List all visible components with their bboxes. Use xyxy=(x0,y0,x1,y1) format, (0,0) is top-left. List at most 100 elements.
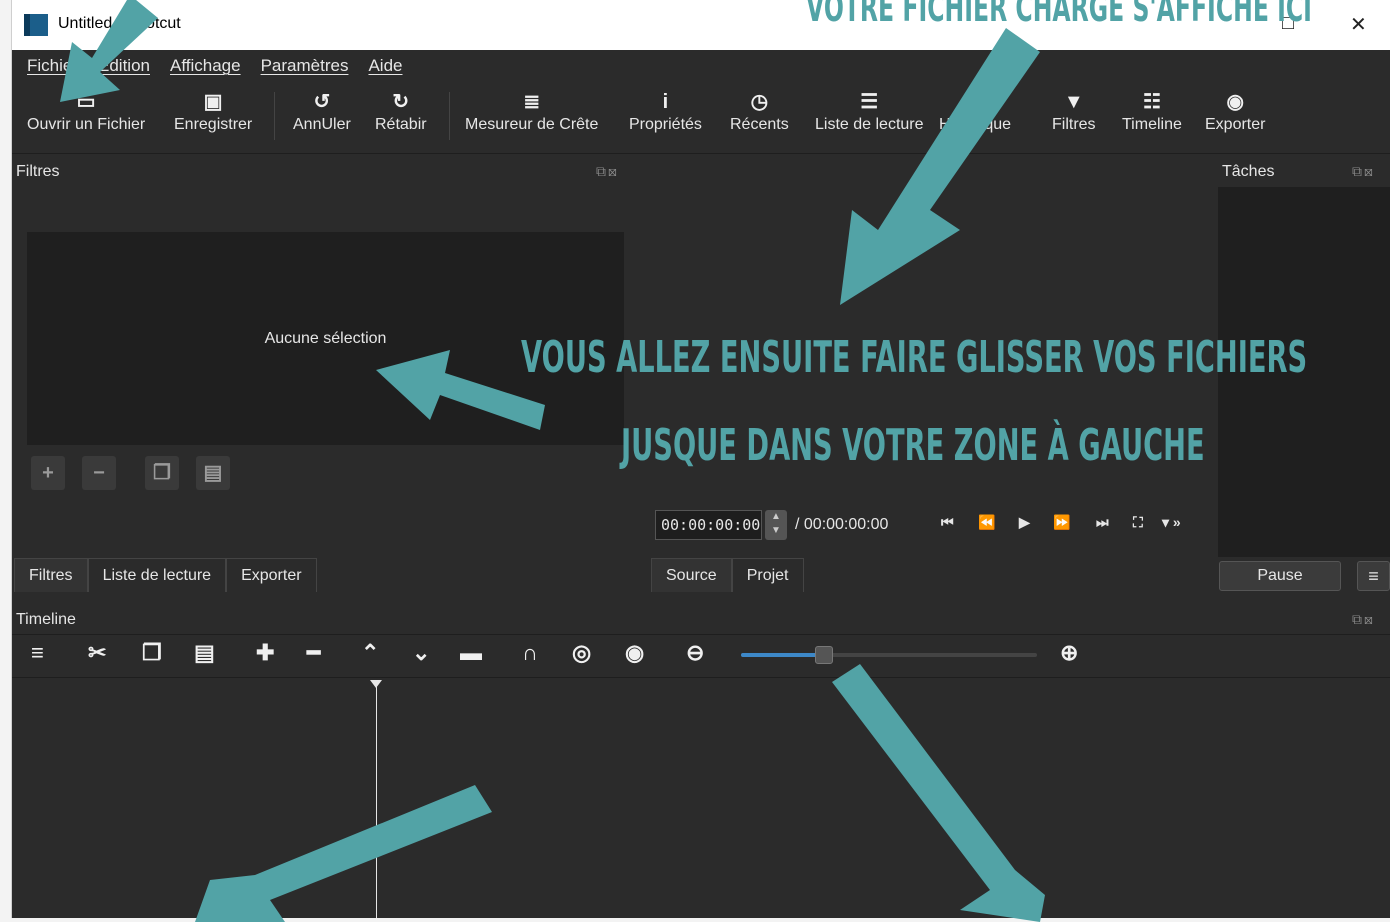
timeline-menu-icon[interactable]: ≡ xyxy=(31,640,44,666)
overwrite-icon[interactable]: ⌄ xyxy=(412,640,430,666)
recent-button[interactable]: ◷ Récents xyxy=(730,88,789,134)
save-button[interactable]: ▣ Enregistrer xyxy=(174,88,252,134)
menu-aide[interactable]: Aide xyxy=(368,56,402,76)
skip-start-icon[interactable]: ⏮ xyxy=(941,514,954,531)
menu-edition[interactable]: Édition xyxy=(98,56,150,76)
filter-icon: ▼ xyxy=(1063,91,1084,113)
info-icon: i xyxy=(662,91,669,113)
zoom-slider-handle[interactable] xyxy=(815,646,833,664)
annotation-top: VOTRE FICHIER CHARGÉ S'AFFICHE ICI xyxy=(806,0,1312,30)
page-border-bottom xyxy=(0,918,1390,922)
menu-bar: Fichier Édition Affichage Paramètres Aid… xyxy=(12,50,1390,82)
left-dock-tabs: Filtres Liste de lecture Exporter xyxy=(14,558,317,592)
redo-label: Rétabir xyxy=(375,116,427,133)
playlist-button[interactable]: ☰ Liste de lecture xyxy=(815,88,924,134)
history-label: Historique xyxy=(939,116,1012,133)
properties-label: Propriétés xyxy=(629,116,702,133)
zoom-in-icon[interactable]: ⊕ xyxy=(1060,640,1078,666)
remove-filter-button[interactable]: − xyxy=(82,456,116,490)
copy-icon[interactable]: ❐ xyxy=(142,640,162,666)
save-label: Enregistrer xyxy=(174,116,253,133)
split-icon[interactable]: ▬ xyxy=(460,640,482,666)
timeline-header xyxy=(12,605,1390,635)
fast-forward-icon[interactable]: ⏩ xyxy=(1053,514,1070,531)
rewind-icon[interactable]: ⏪ xyxy=(978,514,995,531)
lift-icon[interactable]: ⌃ xyxy=(361,640,379,666)
timeline-icon: ☷ xyxy=(1142,91,1161,113)
properties-button[interactable]: i Propriétés xyxy=(629,88,702,134)
close-icon[interactable]: ✕ xyxy=(1350,12,1367,37)
timecode-spinner[interactable]: ▲ ▼ xyxy=(765,510,787,540)
export-icon: ◉ xyxy=(1226,91,1244,113)
tab-project[interactable]: Projet xyxy=(731,558,804,592)
duration-text: / 00:00:00:00 xyxy=(795,516,889,533)
player-tabs: Source Projet xyxy=(651,558,804,592)
annotation-line2: JUSQUE DANS VOTRE ZONE À GAUCHE xyxy=(621,420,1205,471)
export-label: Exporter xyxy=(1205,116,1266,133)
peak-meter-icon: ≣ xyxy=(523,91,541,113)
toolbar-separator xyxy=(274,92,275,140)
append-icon[interactable]: ✚ xyxy=(256,640,274,666)
export-button[interactable]: ◉ Exporter xyxy=(1205,88,1265,134)
scrub-eye-icon[interactable]: ◎ xyxy=(572,640,591,666)
open-file-label: Ouvrir un Fichier xyxy=(27,116,146,133)
redo-button[interactable]: ↻ Rétabir xyxy=(375,88,427,134)
zoom-out-icon[interactable]: ⊖ xyxy=(686,640,704,666)
save-icon: ▣ xyxy=(203,91,223,113)
menu-affichage[interactable]: Affichage xyxy=(170,56,241,76)
main-toolbar: ▭ Ouvrir un Fichier ▣ Enregistrer ↺ AnnU… xyxy=(12,82,1390,154)
copy-filter-button[interactable]: ❐ xyxy=(145,456,179,490)
paste-icon[interactable]: ▤ xyxy=(194,640,215,666)
filters-button[interactable]: ▼ Filtres xyxy=(1052,88,1096,134)
tasks-menu-icon[interactable]: ≡ xyxy=(1357,561,1390,591)
playlist-label: Liste de lecture xyxy=(815,116,924,133)
undo-button[interactable]: ↺ AnnUler xyxy=(293,88,351,134)
paste-filter-button[interactable]: ▤ xyxy=(196,456,230,490)
history-button[interactable]: ⁝ Historique xyxy=(939,88,1011,134)
tasks-panel-title: Tâches xyxy=(1222,163,1275,180)
toolbar-separator xyxy=(449,92,450,140)
ripple-icon[interactable]: ◉ xyxy=(625,640,644,666)
shotcut-app-icon xyxy=(24,14,48,36)
play-icon[interactable]: ▶ xyxy=(1019,514,1030,531)
filters-label: Filtres xyxy=(1052,116,1096,133)
menu-fichier[interactable]: Fichier xyxy=(27,56,78,76)
add-filter-button[interactable]: + xyxy=(31,456,65,490)
dock-float-close-icon[interactable]: ⧉⊠ xyxy=(596,163,619,180)
page-border-left xyxy=(0,0,12,922)
clock-icon: ◷ xyxy=(750,91,769,113)
tasks-dock-icons[interactable]: ⧉⊠ xyxy=(1352,163,1375,180)
filters-panel-title: Filtres xyxy=(16,163,60,180)
undo-icon: ↺ xyxy=(313,91,331,113)
window-title: Untitled - Shotcut xyxy=(58,15,181,32)
tab-export[interactable]: Exporter xyxy=(226,558,317,592)
peak-meter-label: Mesureur de Crête xyxy=(465,116,599,133)
timeline-title: Timeline xyxy=(16,611,76,628)
timeline-button[interactable]: ☷ Timeline xyxy=(1122,88,1182,134)
undo-label: AnnUler xyxy=(293,116,351,133)
peak-meter-button[interactable]: ≣ Mesureur de Crête xyxy=(465,88,598,134)
timeline-dock-icons[interactable]: ⧉⊠ xyxy=(1352,611,1375,628)
tab-source[interactable]: Source xyxy=(651,558,732,592)
history-icon: ⁝ xyxy=(971,91,979,113)
volume-menu-icon[interactable]: ▾ » xyxy=(1162,514,1181,531)
remove-icon[interactable]: ━ xyxy=(307,640,320,666)
pause-button[interactable]: Pause xyxy=(1219,561,1341,591)
timeline-tracks[interactable] xyxy=(12,679,1390,918)
folder-open-icon: ▭ xyxy=(76,91,96,113)
tab-filters[interactable]: Filtres xyxy=(14,558,88,592)
skip-end-icon[interactable]: ⏭ xyxy=(1096,514,1109,531)
redo-icon: ↻ xyxy=(392,91,410,113)
annotation-line1: VOUS ALLEZ ENSUITE FAIRE GLISSER VOS FIC… xyxy=(521,332,1308,383)
tab-playlist[interactable]: Liste de lecture xyxy=(87,558,227,592)
cut-icon[interactable]: ✂ xyxy=(88,640,106,666)
menu-parametres[interactable]: Paramètres xyxy=(261,56,349,76)
zoom-slider-fill xyxy=(741,653,819,657)
recent-label: Récents xyxy=(730,116,789,133)
list-icon: ☰ xyxy=(860,91,879,113)
open-file-button[interactable]: ▭ Ouvrir un Fichier xyxy=(27,88,145,134)
playhead-line[interactable] xyxy=(376,684,377,918)
timecode-field[interactable]: 00:00:00:00 xyxy=(655,510,762,540)
snap-magnet-icon[interactable]: ∩ xyxy=(522,640,538,666)
zoom-fit-icon[interactable]: ⛶ xyxy=(1133,514,1143,531)
